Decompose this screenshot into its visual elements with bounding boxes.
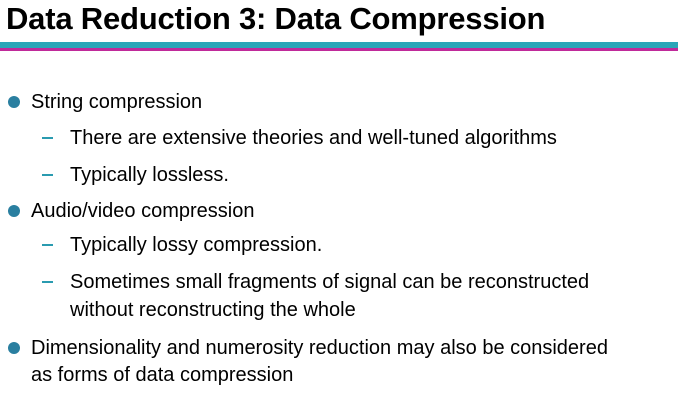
slide-title: Data Reduction 3: Data Compression <box>6 1 546 36</box>
dash-icon <box>42 244 53 246</box>
bullet-text: String compression <box>31 91 203 113</box>
subitem-text: Typically lossy compression. <box>70 234 323 256</box>
bullet-icon <box>8 205 20 217</box>
bullet-icon <box>8 96 20 108</box>
bullet-text: Dimensionality and numerosity reduction … <box>31 337 608 359</box>
bullet-text-continuation: as forms of data compression <box>31 364 294 386</box>
bullet-icon <box>8 342 20 354</box>
bullet-text: Audio/video compression <box>31 200 255 222</box>
dash-icon <box>42 137 53 139</box>
subitem-text-continuation: without reconstructing the whole <box>70 299 356 321</box>
title-underline-magenta <box>0 48 678 51</box>
subitem-text: There are extensive theories and well-tu… <box>70 127 557 149</box>
subitem-text: Typically lossless. <box>70 164 229 186</box>
dash-icon <box>42 174 53 176</box>
dash-icon <box>42 281 53 283</box>
subitem-text: Sometimes small fragments of signal can … <box>70 271 590 293</box>
